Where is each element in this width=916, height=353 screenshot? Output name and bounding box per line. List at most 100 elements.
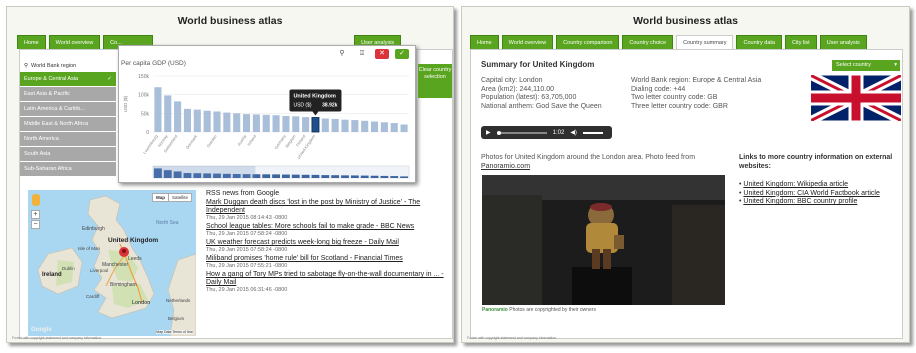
navigator-bar (272, 174, 280, 178)
chart-bar[interactable] (331, 118, 339, 132)
volume-icon[interactable]: ◀) (570, 129, 577, 136)
links-heading: Links to more country information on ext… (739, 154, 893, 170)
wikipedia-link[interactable]: United Kingdom: Wikipedia article (743, 181, 848, 188)
news-date: Thu, 29 Jan 2015 08:14:43 -0800 (206, 215, 288, 221)
tab-country-comparison[interactable]: Country comparison (556, 35, 620, 49)
chart-bar[interactable] (400, 124, 408, 132)
chart-bar[interactable] (380, 122, 388, 132)
chart-bar[interactable] (164, 95, 172, 132)
news-link[interactable]: School league tables: More schools fail … (206, 223, 446, 231)
close-icon[interactable]: ✕ (375, 49, 389, 59)
google-logo: Google (31, 327, 52, 333)
country-info-left: Capital city: London Area (km2): 244,110… (481, 77, 602, 111)
photo-credit: Panoramio Photos are copyrighted by thei… (482, 307, 596, 313)
news-date: Thu, 29 Jan 2015 07:55:21 -0800 (206, 263, 288, 269)
pegman-icon[interactable] (32, 194, 40, 206)
chart-bar[interactable] (252, 114, 260, 132)
tab-world-overview[interactable]: World overview (48, 35, 101, 49)
zoom-out-button[interactable]: − (31, 220, 40, 229)
satellite-button[interactable]: Satellite (167, 194, 191, 201)
news-item: School league tables: More schools fail … (206, 223, 446, 238)
bbc-profile-link[interactable]: United Kingdom: BBC country profile (743, 198, 857, 205)
navigator-bar (282, 174, 290, 178)
map-label-uk: United Kingdom (108, 237, 158, 244)
confirm-icon[interactable]: ✓ (395, 49, 409, 59)
chart-bar[interactable] (292, 116, 300, 132)
audio-progress[interactable] (496, 130, 547, 135)
google-map[interactable]: Edinburgh United Kingdom Leeds Ireland M… (28, 190, 196, 336)
news-link[interactable]: Miliband promises 'home rule' bill for S… (206, 255, 446, 263)
chart-bar[interactable] (390, 123, 398, 132)
chart-bar[interactable] (233, 113, 241, 132)
rss-news: RSS news from Google Mark Duggan death d… (206, 190, 446, 295)
x-tick-label: Germany (273, 134, 287, 150)
navigator-bar (331, 175, 340, 178)
map-terms[interactable]: Map Data Terms of Use (156, 330, 193, 334)
chart-bar[interactable] (351, 120, 359, 132)
chart-bar[interactable] (154, 87, 162, 132)
map-label-dublin: Dublin (62, 266, 75, 271)
chart-bar[interactable] (272, 115, 280, 132)
chart-bar[interactable] (321, 118, 329, 132)
news-link[interactable]: Mark Duggan death discs 'lost in the pos… (206, 199, 446, 215)
chart-bar[interactable] (223, 112, 231, 132)
news-link[interactable]: UK weather forecast predicts week-long b… (206, 239, 446, 247)
navigator-bar (350, 175, 359, 178)
zoom-in-button[interactable]: + (31, 210, 40, 219)
map-type-toggle: Map Satellite (151, 193, 192, 202)
news-link[interactable]: How a gang of Tory MPs tried to sabotage… (206, 271, 446, 287)
chart-bar[interactable] (341, 119, 349, 132)
volume-slider[interactable] (582, 131, 603, 134)
navigator-window[interactable] (153, 166, 256, 178)
chart-bar[interactable] (183, 108, 192, 132)
pin-icon[interactable]: ⚲ (335, 49, 349, 59)
panoramio-link[interactable]: Panoramio.com (481, 163, 731, 172)
region-item[interactable]: Sub-Saharan Africa (20, 162, 116, 176)
map-label-ireland: Ireland (42, 272, 62, 278)
tab-country-summary[interactable]: Country summary (676, 35, 734, 49)
chart-bar[interactable] (242, 114, 251, 132)
tab-city-list[interactable]: City list (784, 35, 817, 49)
right-content: Summary for United Kingdom Select countr… (470, 49, 903, 339)
chart-toolbar: ⚲ ⍗ ✕ ✓ (335, 49, 409, 59)
tooltip-label: USD ($) (293, 102, 311, 108)
map-button[interactable]: Map (153, 194, 168, 201)
region-item[interactable]: South Asia (20, 147, 116, 161)
chart-bar[interactable] (213, 111, 221, 132)
cia-factbook-link[interactable]: United Kingdom: CIA World Factbook artic… (743, 190, 879, 197)
external-links: Links to more country information on ext… (739, 154, 899, 207)
footer: Footer with copyright statement and comp… (12, 336, 103, 340)
chart-bar[interactable] (193, 109, 201, 132)
play-icon[interactable]: ▶ (486, 129, 491, 136)
tab-home[interactable]: Home (470, 35, 499, 49)
uk-flag-icon (811, 75, 901, 121)
x-tick-label: Ireland (246, 134, 257, 147)
tab-country-choice[interactable]: Country choice (622, 35, 674, 49)
tab-world-overview[interactable]: World overview (501, 35, 554, 49)
tab-country-data[interactable]: Country data (736, 35, 782, 49)
region-item[interactable]: North America (20, 132, 116, 146)
chart-bar[interactable] (203, 110, 211, 132)
chart-bar[interactable] (282, 115, 290, 132)
region-item[interactable]: East Asia & Pacific (20, 87, 116, 101)
region-item[interactable]: Europe & Central Asia ✓ (20, 72, 116, 86)
region-item[interactable]: Latin America & Caribb... (20, 102, 116, 116)
navigator-bar (400, 176, 408, 178)
navigator-bar (291, 174, 300, 178)
chart-bar[interactable] (174, 101, 182, 132)
chart-bar[interactable] (262, 114, 270, 132)
select-country-dropdown[interactable]: Select country ▾ (832, 60, 900, 71)
map-label-cardiff: Cardiff (86, 294, 100, 299)
tab-user-analysis[interactable]: User analysis (819, 35, 867, 49)
chart-bar[interactable] (311, 117, 320, 133)
anthem-audio-player[interactable]: ▶ 1:02 ◀) (481, 126, 612, 139)
chart-bar[interactable] (302, 117, 310, 132)
national-anthem: National anthem: God Save the Queen (481, 102, 602, 110)
region-item[interactable]: Middle East & North Africa (20, 117, 116, 131)
chart-bar[interactable] (361, 120, 369, 132)
sort-icon[interactable]: ⍗ (355, 49, 369, 59)
clear-country-selection-button[interactable]: Clear country selection (418, 64, 452, 98)
tab-home[interactable]: Home (17, 35, 46, 49)
chart-bar[interactable] (370, 121, 379, 132)
london-photo[interactable] (482, 175, 725, 305)
